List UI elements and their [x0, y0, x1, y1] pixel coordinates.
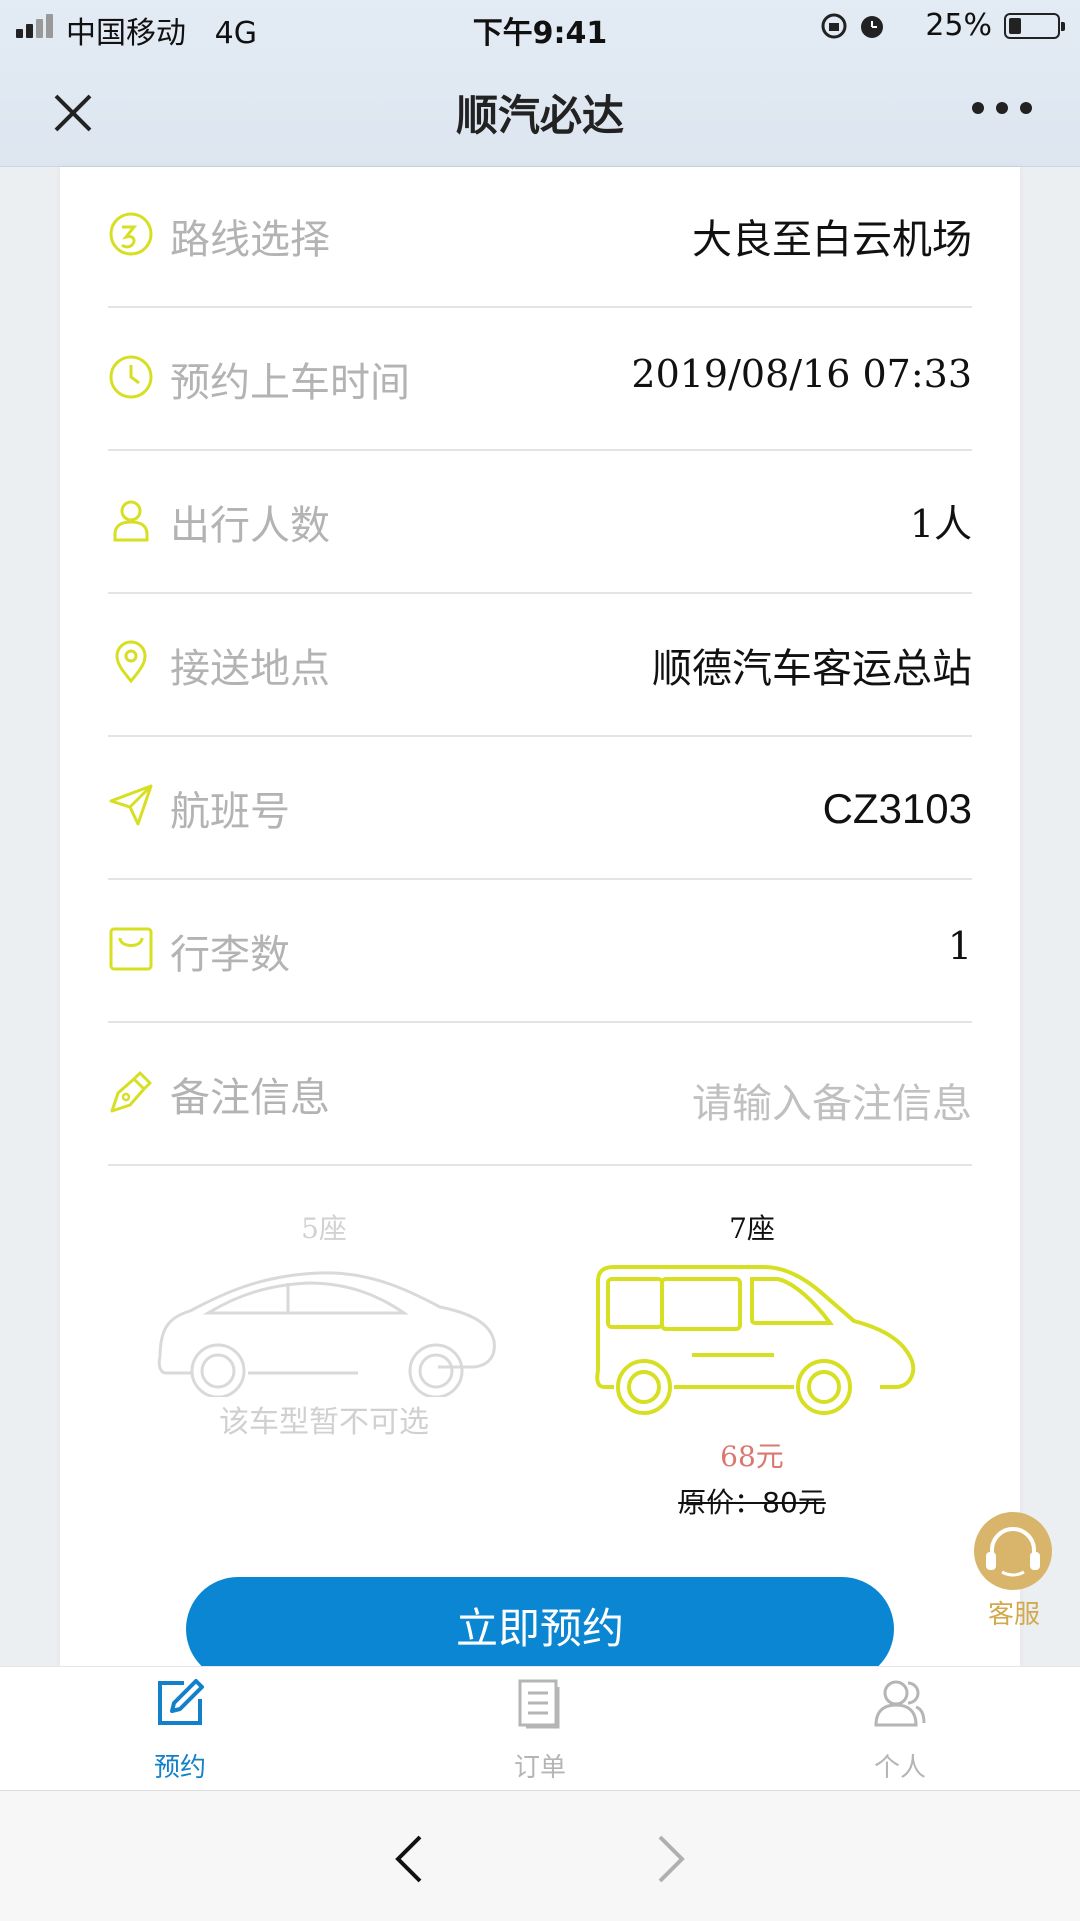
page-title: 顺汽必达: [455, 91, 624, 140]
booking-card: 路线选择 大良至白云机场 预约上车时间 2019/08/16 07:33 出行人…: [60, 167, 1020, 1681]
flight-row[interactable]: 航班号 CZ3103: [108, 735, 972, 880]
passengers-value: 1人: [909, 502, 972, 546]
flight-label: 航班号: [170, 789, 290, 835]
pickup-location-label: 接送地点: [170, 646, 330, 692]
luggage-value: 1: [947, 924, 972, 968]
sedan-unavailable-note: 该车型暂不可选: [219, 1405, 429, 1440]
pickup-location-row[interactable]: 接送地点 顺德汽车客运总站: [108, 592, 972, 737]
pickup-time-row[interactable]: 预约上车时间 2019/08/16 07:33: [108, 306, 972, 451]
location-pin-icon: [115, 640, 147, 684]
top-bar: 中国移动 4G 下午9:41 25% 顺汽必达: [0, 0, 1080, 167]
clock-icon: [109, 355, 153, 399]
sedan-car-icon: [157, 1271, 496, 1397]
pickup-location-value: 顺德汽车客运总站: [652, 646, 972, 692]
battery-level: [1009, 18, 1021, 34]
tab-profile[interactable]: 个人: [820, 1677, 980, 1787]
back-arrow-icon[interactable]: [392, 1833, 428, 1885]
person-icon: [113, 500, 149, 542]
pickup-time-label: 预约上车时间: [170, 360, 410, 406]
tab-orders[interactable]: 订单: [460, 1677, 620, 1787]
tab-booking[interactable]: 预约: [100, 1677, 260, 1787]
pen-icon: [110, 1071, 152, 1113]
remarks-input[interactable]: 请输入备注信息: [692, 1071, 972, 1129]
route-row[interactable]: 路线选择 大良至白云机场: [108, 163, 972, 308]
paper-plane-icon: [109, 784, 153, 826]
route-label: 路线选择: [170, 217, 330, 263]
tab-booking-label: 预约: [153, 1753, 206, 1783]
luggage-label: 行李数: [170, 932, 290, 978]
battery-percent: 25%: [925, 8, 992, 43]
tab-bar: 预约 订单 个人: [0, 1666, 1080, 1791]
van-price: 68元: [720, 1440, 784, 1473]
tab-orders-label: 订单: [513, 1753, 566, 1783]
browser-nav-bar: [0, 1790, 1080, 1921]
passengers-row[interactable]: 出行人数 1人: [108, 449, 972, 594]
more-dots-icon[interactable]: [972, 102, 1032, 116]
nav-bar: 顺汽必达: [0, 60, 1080, 160]
van-car-icon: [595, 1265, 916, 1415]
edit-icon: [158, 1679, 204, 1725]
status-time: 下午9:41: [472, 16, 608, 51]
status-bar: 中国移动 4G 下午9:41 25%: [0, 0, 1080, 56]
forward-arrow-icon[interactable]: [652, 1833, 688, 1885]
battery-icon: [1004, 13, 1065, 39]
van-original-price: 原价：80元: [678, 1486, 826, 1519]
rotation-lock-alarm-icon: [821, 13, 883, 39]
users-icon: [874, 1680, 926, 1727]
vehicle-option-7-seat[interactable]: 7座 68元 原价：80元: [582, 1207, 922, 1519]
pickup-time-value: 2019/08/16 07:33: [631, 352, 972, 396]
tab-profile-label: 个人: [873, 1753, 926, 1783]
customer-service-label: 客服: [987, 1600, 1040, 1630]
luggage-row[interactable]: 行李数 1: [108, 878, 972, 1023]
remarks-label: 备注信息: [170, 1075, 330, 1121]
vehicle-option-5-seat: 5座 该车型暂不可选: [144, 1207, 504, 1447]
customer-service-button[interactable]: 客服: [974, 1512, 1054, 1632]
van-seats: 7座: [729, 1212, 775, 1245]
sedan-seats: 5座: [301, 1212, 347, 1245]
remarks-row: 备注信息 请输入备注信息: [108, 1021, 972, 1166]
route-value: 大良至白云机场: [692, 217, 972, 263]
bag-icon: [109, 927, 153, 971]
headset-icon: [974, 1512, 1052, 1590]
document-icon: [518, 1679, 560, 1729]
route-icon: [109, 212, 153, 256]
flight-value: CZ3103: [822, 785, 972, 832]
passengers-label: 出行人数: [170, 503, 330, 549]
